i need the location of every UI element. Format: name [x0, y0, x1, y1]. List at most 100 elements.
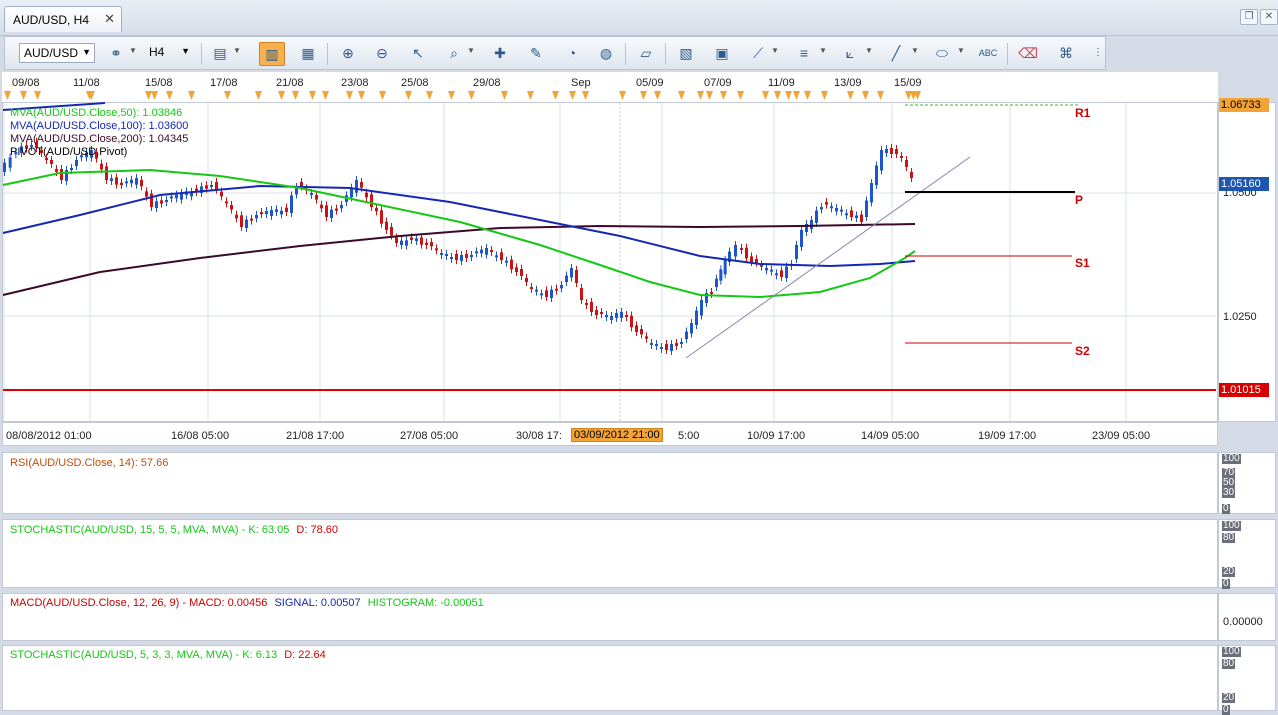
candle-body — [860, 215, 863, 223]
candle-body — [335, 209, 338, 211]
candle-body — [365, 193, 368, 198]
candle-body — [780, 270, 783, 277]
macd-zero-tick: 0.00000 — [1223, 616, 1263, 628]
candle-body — [260, 212, 263, 214]
candle-body — [525, 278, 528, 282]
candle-body — [50, 160, 53, 164]
candle-body — [635, 325, 638, 332]
candle-body — [70, 168, 73, 170]
candle-body — [610, 316, 613, 320]
candle-body — [110, 178, 113, 181]
stochastic-legend-2: STOCHASTIC(AUD/USD, 5, 3, 3, MVA, MVA) -… — [10, 649, 326, 661]
stoch1-d-text: D: 78.60 — [296, 524, 338, 536]
candle-body — [800, 230, 803, 247]
candle-body — [625, 315, 628, 317]
candle-body — [515, 267, 518, 272]
candle-body — [910, 172, 913, 178]
candle-body — [435, 248, 438, 250]
candle-body — [820, 207, 823, 210]
candle-body — [175, 195, 178, 199]
candle-body — [480, 250, 483, 254]
ma50-line — [3, 170, 915, 297]
candle-body — [380, 210, 383, 223]
candle-body — [645, 336, 648, 338]
macd-histogram-text: HISTOGRAM: -0.00051 — [368, 597, 484, 609]
candle-body — [685, 332, 688, 340]
candle-body — [695, 311, 698, 326]
candle-body — [165, 200, 168, 202]
candle-body — [745, 248, 748, 259]
time-axis-label: 23/09 05:00 — [1092, 430, 1150, 442]
candle-body — [690, 323, 693, 334]
candle-body — [280, 211, 283, 215]
candle-body — [724, 260, 727, 274]
candle-body — [710, 292, 713, 294]
candle-body — [655, 344, 658, 346]
indicator-axis-tick: 80 — [1222, 659, 1235, 669]
candle-body — [105, 166, 108, 180]
candle-body — [650, 343, 653, 345]
candle-body — [490, 250, 493, 252]
candle-body — [420, 237, 423, 244]
candle-body — [550, 290, 553, 298]
candle-body — [400, 241, 403, 245]
candle-body — [460, 255, 463, 261]
candle-body — [575, 270, 578, 283]
price-legend: MVA(AUD/USD.Close,50): 1.03846 MVA(AUD/U… — [10, 107, 188, 159]
candle-body — [330, 210, 333, 218]
candle-body — [845, 213, 848, 215]
candle-body — [495, 255, 498, 257]
candle-body — [445, 254, 448, 256]
candle-body — [205, 185, 208, 188]
candle-body — [734, 245, 737, 257]
candle-body — [210, 185, 213, 187]
time-axis-label: 5:00 — [678, 430, 699, 442]
candle-body — [885, 149, 888, 153]
candle-body — [215, 182, 218, 190]
candle-body — [545, 290, 548, 297]
candle-body — [475, 251, 478, 253]
ma200-legend: MVA(AUD/USD.Close,200): 1.04345 — [10, 133, 188, 146]
cursor-time-label: 03/09/2012 21:00 — [571, 428, 663, 442]
time-axis-label: 21/08 17:00 — [286, 430, 344, 442]
time-axis-label: 14/09 05:00 — [861, 430, 919, 442]
candle-body — [895, 149, 898, 154]
candle-body — [770, 270, 773, 272]
candle-body — [565, 276, 568, 283]
pivot-s2-label: S2 — [1075, 344, 1090, 358]
candle-body — [230, 205, 233, 210]
candle-body — [600, 312, 603, 314]
candle-body — [320, 205, 323, 209]
time-axis-label: 16/08 05:00 — [171, 430, 229, 442]
candle-body — [245, 220, 248, 228]
candle-body — [520, 269, 523, 276]
time-axis-label: 27/08 05:00 — [400, 430, 458, 442]
candle-body — [555, 289, 558, 291]
ma200-line — [3, 224, 915, 295]
rsi-panel[interactable] — [2, 452, 1218, 514]
candle-body — [450, 257, 453, 259]
macd-legend: MACD(AUD/USD.Close, 12, 26, 9) - MACD: 0… — [10, 597, 484, 609]
candle-body — [340, 205, 343, 208]
candle-body — [290, 196, 293, 214]
candle-body — [375, 208, 378, 211]
candle-body — [410, 237, 413, 240]
candle-body — [835, 208, 838, 211]
candle-body — [775, 273, 778, 275]
candle-body — [905, 160, 908, 167]
ma100-legend: MVA(AUD/USD.Close,100): 1.03600 — [10, 120, 188, 133]
candle-body — [795, 245, 798, 259]
time-axis-label: 10/09 17:00 — [747, 430, 805, 442]
candle-body — [785, 267, 788, 279]
candle-body — [510, 260, 513, 270]
candle-body — [850, 210, 853, 217]
candle-body — [415, 238, 418, 241]
candle-body — [865, 201, 868, 218]
candle-body — [740, 248, 743, 250]
candle-body — [700, 300, 703, 316]
candle-body — [660, 347, 663, 349]
candle-body — [825, 202, 828, 205]
indicator-axis-tick: 0 — [1222, 579, 1230, 589]
candle-body — [65, 170, 68, 181]
candle-body — [830, 206, 833, 208]
